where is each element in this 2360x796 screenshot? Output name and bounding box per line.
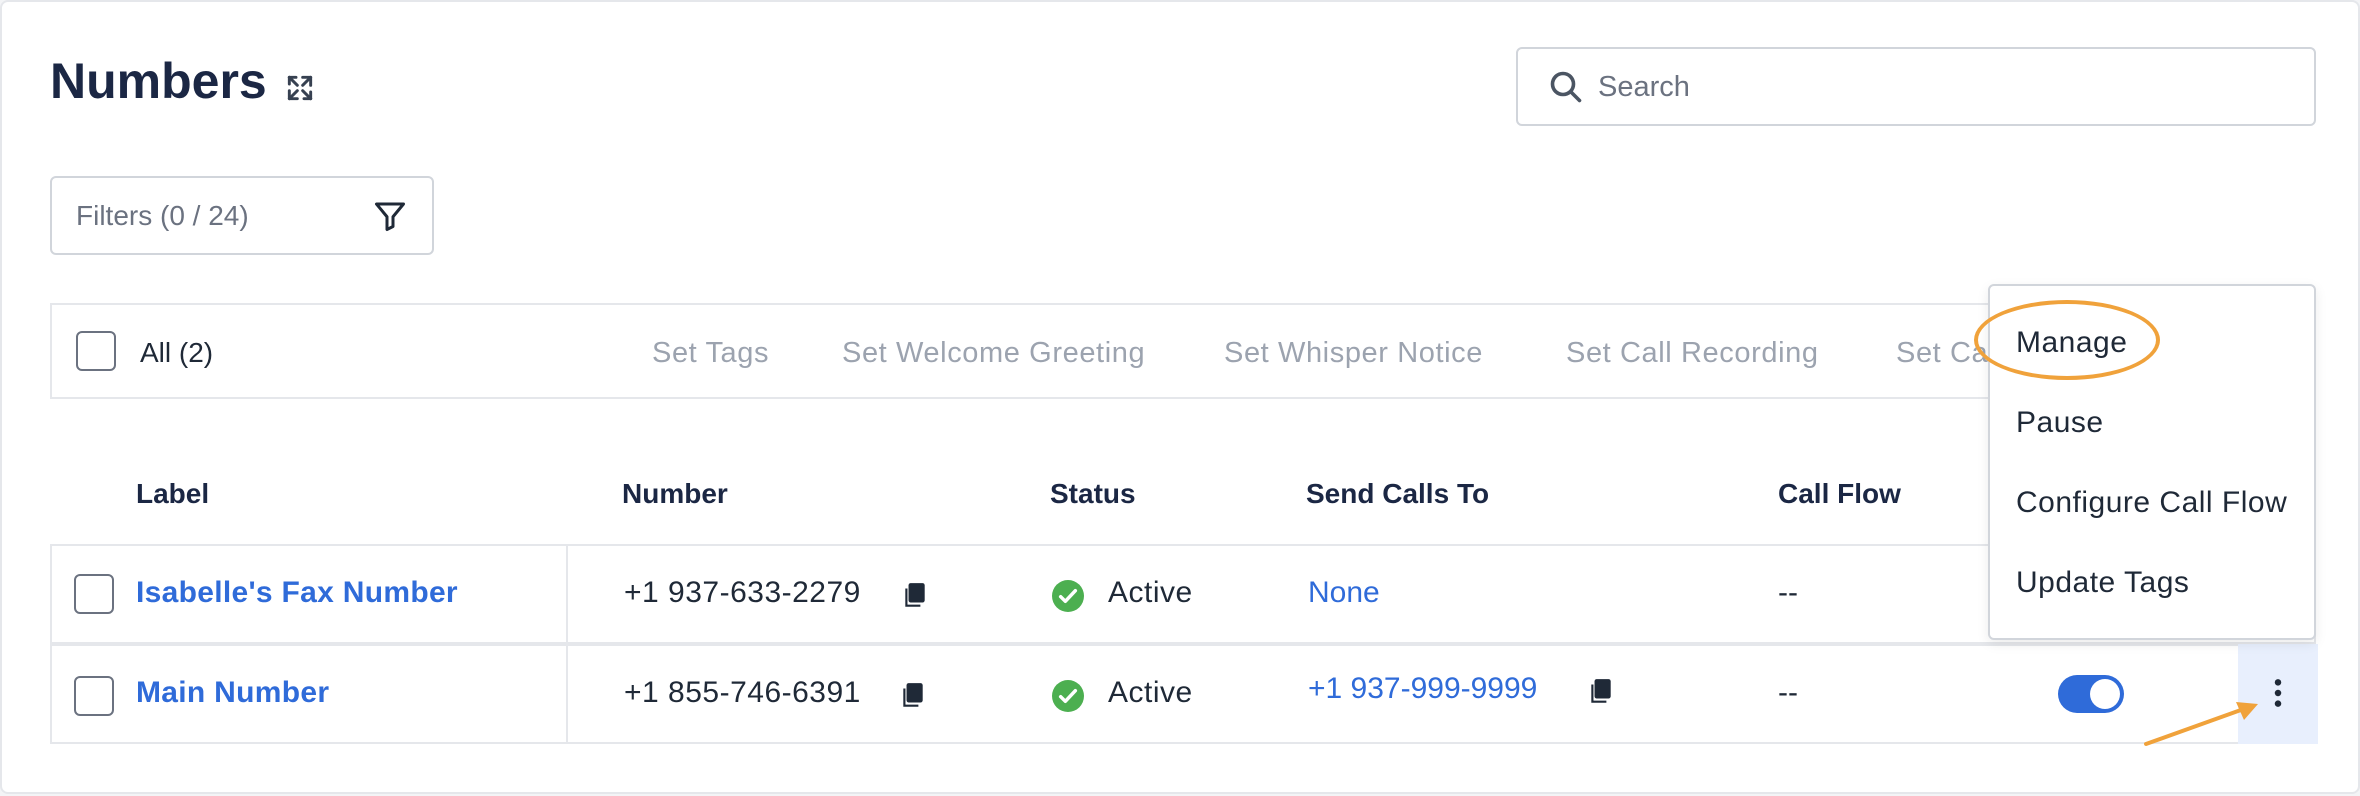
- set-whisper-notice-action[interactable]: Set Whisper Notice: [1224, 337, 1483, 370]
- numbers-panel: Numbers Filters (0 / 24) All (2) Set Tag…: [0, 0, 2360, 794]
- page-title: Numbers: [50, 53, 267, 109]
- number-label-link[interactable]: Isabelle's Fax Number: [136, 576, 458, 610]
- send-calls-to-link[interactable]: None: [1308, 576, 1380, 610]
- filters-label: Filters (0 / 24): [76, 200, 249, 231]
- table-row: Main Number +1 855-746-6391 Active +1 93…: [50, 644, 2318, 744]
- search-input[interactable]: [1598, 61, 2298, 113]
- send-calls-to-link[interactable]: +1 937-999-9999: [1308, 672, 1537, 706]
- menu-item-pause[interactable]: Pause: [2016, 406, 2104, 440]
- call-flow-value: --: [1778, 576, 1798, 609]
- column-header-label[interactable]: Label: [136, 478, 209, 510]
- enabled-toggle[interactable]: [2058, 675, 2124, 713]
- phone-number: +1 855-746-6391: [624, 676, 861, 709]
- kebab-vertical-icon: [2274, 679, 2282, 707]
- column-header-number[interactable]: Number: [622, 478, 728, 510]
- row-divider: [566, 646, 568, 742]
- copy-icon[interactable]: [900, 682, 926, 710]
- select-all-checkbox[interactable]: [76, 331, 116, 371]
- number-label-link[interactable]: Main Number: [136, 676, 329, 710]
- check-circle-icon: [1052, 680, 1084, 712]
- search-box: [1516, 47, 2316, 126]
- bulk-actions-clip: All (2) Set Tags Set Welcome Greeting Se…: [52, 305, 1992, 397]
- check-circle-icon: [1052, 580, 1084, 612]
- copy-icon[interactable]: [902, 582, 928, 610]
- column-header-status[interactable]: Status: [1050, 478, 1136, 510]
- set-call-recording-action[interactable]: Set Call Recording: [1566, 337, 1819, 370]
- menu-item-update-tags[interactable]: Update Tags: [2016, 566, 2189, 600]
- annotation-arrow-icon: [2144, 702, 2258, 746]
- set-welcome-greeting-action[interactable]: Set Welcome Greeting: [842, 337, 1145, 370]
- bulk-actions-bar: All (2) Set Tags Set Welcome Greeting Se…: [50, 303, 2316, 399]
- column-header-send-calls-to[interactable]: Send Calls To: [1306, 478, 1489, 510]
- menu-item-configure-call-flow[interactable]: Configure Call Flow: [2016, 486, 2287, 520]
- row-divider: [566, 546, 568, 642]
- copy-icon[interactable]: [1588, 678, 1614, 706]
- call-flow-value: --: [1778, 676, 1798, 709]
- select-all-label: All (2): [140, 337, 214, 368]
- search-icon: [1550, 71, 1582, 103]
- filters-button[interactable]: Filters (0 / 24): [50, 176, 434, 255]
- expand-icon[interactable]: [284, 72, 316, 104]
- row-checkbox[interactable]: [74, 676, 114, 716]
- column-header-call-flow[interactable]: Call Flow: [1778, 478, 1901, 510]
- status-text: Active: [1108, 676, 1193, 709]
- status-text: Active: [1108, 576, 1193, 609]
- annotation-highlight-ellipse: [1974, 300, 2160, 380]
- row-checkbox[interactable]: [74, 574, 114, 614]
- funnel-icon: [375, 202, 405, 231]
- table-row: Isabelle's Fax Number +1 937-633-2279 Ac…: [50, 544, 2316, 644]
- toggle-knob: [2090, 679, 2120, 709]
- phone-number: +1 937-633-2279: [624, 576, 861, 609]
- set-tags-action[interactable]: Set Tags: [652, 337, 769, 370]
